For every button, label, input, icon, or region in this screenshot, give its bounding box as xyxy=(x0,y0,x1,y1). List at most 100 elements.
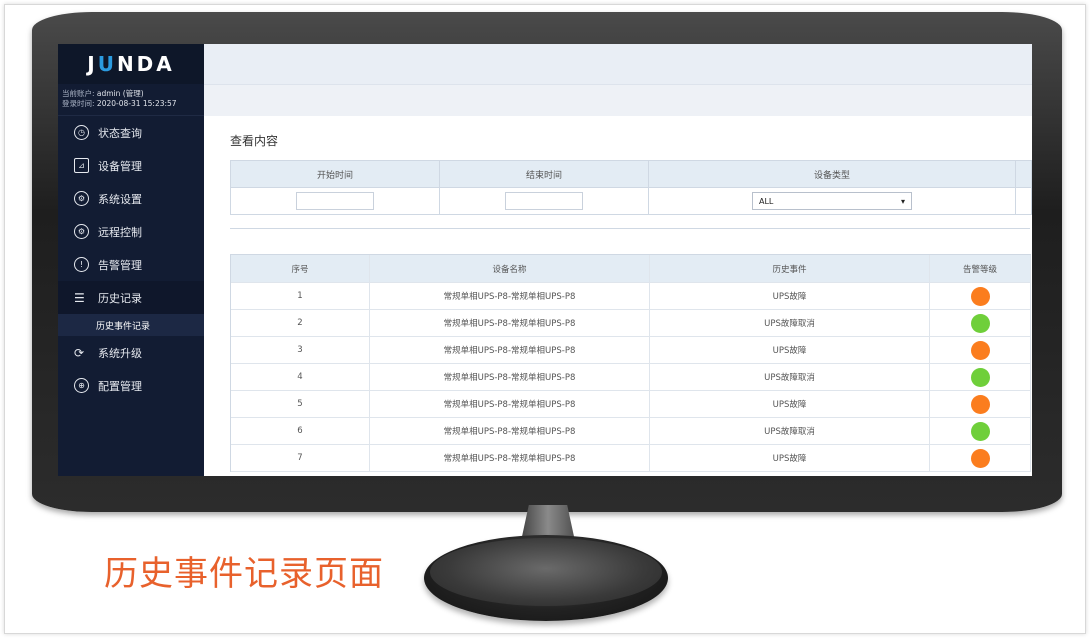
row-event: UPS故障 xyxy=(650,391,930,417)
device-type-select[interactable]: ALL ▾ xyxy=(752,192,912,210)
device-type-label: 设备类型 xyxy=(649,161,1016,187)
filter-extra-col xyxy=(1016,161,1031,187)
alarm-level-orange-dot xyxy=(970,340,990,360)
row-level xyxy=(930,364,1031,390)
row-device: 常规单相UPS-P8-常规单相UPS-P8 xyxy=(370,310,650,336)
device-type-cell: ALL ▾ xyxy=(649,188,1016,214)
col-index: 序号 xyxy=(231,255,370,282)
login-value: 2020-08-31 15:23:57 xyxy=(96,99,177,108)
login-label: 登录时间: xyxy=(62,99,95,108)
caption: 历史事件记录页面 xyxy=(104,554,384,594)
table-row[interactable]: 3 常规单相UPS-P8-常规单相UPS-P8 UPS故障 xyxy=(231,337,1031,364)
row-level xyxy=(930,283,1031,309)
sidebar-item-upgrade[interactable]: ⟳ 系统升级 xyxy=(58,336,204,369)
row-index: 3 xyxy=(231,337,370,363)
row-level xyxy=(930,310,1031,336)
col-event: 历史事件 xyxy=(650,255,930,282)
page-title: 查看内容 xyxy=(230,134,279,148)
row-device: 常规单相UPS-P8-常规单相UPS-P8 xyxy=(370,391,650,417)
alarm-level-green-dot xyxy=(970,367,990,387)
row-level xyxy=(930,445,1031,471)
table-row[interactable]: 7 常规单相UPS-P8-常规单相UPS-P8 UPS故障 xyxy=(231,445,1031,472)
sidebar-item-history[interactable]: ☰ 历史记录 xyxy=(58,281,204,314)
sidebar-item-label: 远程控制 xyxy=(98,225,142,239)
list-icon: ☰ xyxy=(74,290,85,305)
filter-header: 开始时间 结束时间 设备类型 xyxy=(231,161,1031,188)
monitor-base-top xyxy=(430,538,662,606)
alarm-level-orange-dot xyxy=(970,448,990,468)
end-time-label: 结束时间 xyxy=(440,161,649,187)
row-event: UPS故障取消 xyxy=(650,310,930,336)
sidebar-item-label: 状态查询 xyxy=(98,126,142,140)
row-device: 常规单相UPS-P8-常规单相UPS-P8 xyxy=(370,283,650,309)
end-time-cell xyxy=(440,188,649,214)
sidebar-item-label: 告警管理 xyxy=(98,258,142,272)
row-event: UPS故障 xyxy=(650,445,930,471)
logo-left: J xyxy=(87,52,98,76)
row-index: 6 xyxy=(231,418,370,444)
sidebar-item-label: 配置管理 xyxy=(98,379,142,393)
logo: J U NDA xyxy=(58,44,204,84)
device-type-value: ALL xyxy=(759,196,774,206)
filter-inputs: ALL ▾ xyxy=(231,188,1031,215)
col-level: 告警等级 xyxy=(930,255,1031,282)
gear-icon: ⚙ xyxy=(74,191,89,206)
logo-accent: U xyxy=(97,52,117,76)
divider xyxy=(230,228,1030,229)
filter-extra-cell xyxy=(1016,188,1031,214)
row-event: UPS故障取消 xyxy=(650,418,930,444)
sidebar-item-alarms[interactable]: ! 告警管理 xyxy=(58,248,204,281)
sub-bar xyxy=(204,84,1032,117)
logo-right: NDA xyxy=(116,52,175,76)
sidebar-item-label: 历史记录 xyxy=(98,291,142,305)
row-device: 常规单相UPS-P8-常规单相UPS-P8 xyxy=(370,364,650,390)
row-device: 常规单相UPS-P8-常规单相UPS-P8 xyxy=(370,445,650,471)
start-time-input[interactable] xyxy=(296,192,374,210)
row-level xyxy=(930,337,1031,363)
row-event: UPS故障 xyxy=(650,283,930,309)
table-body: 1 常规单相UPS-P8-常规单相UPS-P8 UPS故障 2 常规单相UPS-P8-常… xyxy=(231,283,1031,472)
row-index: 7 xyxy=(231,445,370,471)
table-row[interactable]: 4 常规单相UPS-P8-常规单相UPS-P8 UPS故障取消 xyxy=(231,364,1031,391)
sidebar-item-system-settings[interactable]: ⚙ 系统设置 xyxy=(58,182,204,215)
user-info: 当前账户: admin (管理) 登录时间: 2020-08-31 15:23:… xyxy=(58,84,204,116)
sidebar-item-remote-control[interactable]: ⚙ 远程控制 xyxy=(58,215,204,248)
sidebar-item-config[interactable]: ⊕ 配置管理 xyxy=(58,369,204,402)
table-row[interactable]: 1 常规单相UPS-P8-常规单相UPS-P8 UPS故障 xyxy=(231,283,1031,310)
sidebar-item-devices[interactable]: ⊿ 设备管理 xyxy=(58,149,204,182)
row-index: 1 xyxy=(231,283,370,309)
sidebar-item-label: 设备管理 xyxy=(98,159,142,173)
account-value: admin (管理) xyxy=(96,89,144,98)
sidebar-item-label: 系统设置 xyxy=(98,192,142,206)
table-row[interactable]: 6 常规单相UPS-P8-常规单相UPS-P8 UPS故障取消 xyxy=(231,418,1031,445)
alert-icon: ! xyxy=(74,257,89,272)
chart-icon: ⊿ xyxy=(74,158,89,173)
main-content: 查看内容 开始时间 结束时间 设备类型 ALL ▾ 序号 设备名称 历史事件 告… xyxy=(204,116,1032,476)
table-header: 序号 设备名称 历史事件 告警等级 xyxy=(231,254,1031,283)
row-event: UPS故障 xyxy=(650,337,930,363)
alarm-level-green-dot xyxy=(970,421,990,441)
row-level xyxy=(930,418,1031,444)
row-device: 常规单相UPS-P8-常规单相UPS-P8 xyxy=(370,337,650,363)
row-level xyxy=(930,391,1031,417)
alarm-level-orange-dot xyxy=(970,394,990,414)
sidebar-item-status[interactable]: ◷ 状态查询 xyxy=(58,116,204,149)
col-device: 设备名称 xyxy=(370,255,650,282)
alarm-level-orange-dot xyxy=(970,286,990,306)
table-row[interactable]: 5 常规单相UPS-P8-常规单相UPS-P8 UPS故障 xyxy=(231,391,1031,418)
table-row[interactable]: 2 常规单相UPS-P8-常规单相UPS-P8 UPS故障取消 xyxy=(231,310,1031,337)
history-table: 序号 设备名称 历史事件 告警等级 1 常规单相UPS-P8-常规单相UPS-P8… xyxy=(230,254,1031,472)
refresh-icon: ⟳ xyxy=(74,345,85,360)
sidebar-item-label: 系统升级 xyxy=(98,346,142,360)
globe-icon: ⊕ xyxy=(74,378,89,393)
row-event: UPS故障取消 xyxy=(650,364,930,390)
monitor-screen: J U NDA 当前账户: admin (管理) 登录时间: 2020-08-31 … xyxy=(58,44,1032,476)
row-device: 常规单相UPS-P8-常规单相UPS-P8 xyxy=(370,418,650,444)
alarm-level-green-dot xyxy=(970,313,990,333)
sidebar-subitem-history-events[interactable]: 历史事件记录 xyxy=(58,314,204,336)
sidebar: J U NDA 当前账户: admin (管理) 登录时间: 2020-08-31 … xyxy=(58,44,204,476)
clock-icon: ◷ xyxy=(74,125,89,140)
end-time-input[interactable] xyxy=(505,192,583,210)
row-index: 2 xyxy=(231,310,370,336)
account-label: 当前账户: xyxy=(62,89,95,98)
